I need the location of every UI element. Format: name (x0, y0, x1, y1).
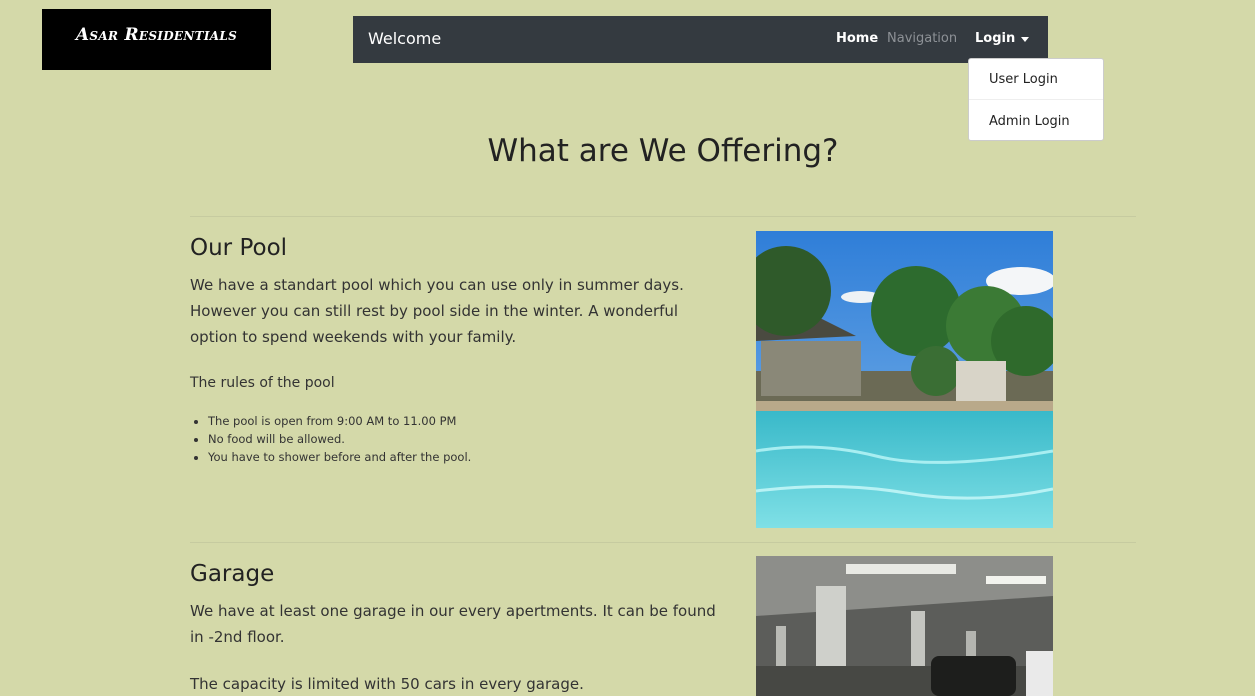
section-title-garage: Garage (190, 561, 275, 587)
list-item: You have to shower before and after the … (208, 448, 471, 466)
dropdown-item-admin-login[interactable]: Admin Login (989, 114, 1070, 129)
nav-login-dropdown[interactable]: Login (975, 31, 1015, 46)
list-item: The pool is open from 9:00 AM to 11.00 P… (208, 412, 471, 430)
section-divider (190, 542, 1136, 543)
logo-text: Asar Residentials (75, 25, 238, 45)
pool-image (756, 231, 1053, 528)
dropdown-item-user-login[interactable]: User Login (989, 72, 1058, 87)
top-navbar: Welcome Home Navigation Login (353, 16, 1048, 63)
garage-image (756, 556, 1053, 696)
dropdown-divider (969, 99, 1103, 100)
pool-description: We have a standart pool which you can us… (190, 276, 684, 346)
pool-rules-title: The rules of the pool (190, 375, 335, 391)
garage-description: We have at least one garage in our every… (190, 602, 716, 646)
pool-rules-list: The pool is open from 9:00 AM to 11.00 P… (190, 412, 471, 466)
garage-capacity-text: The capacity is limited with 50 cars in … (190, 675, 584, 693)
section-divider (190, 216, 1136, 217)
nav-navigation-link[interactable]: Navigation (887, 31, 957, 46)
section-title-pool: Our Pool (190, 235, 288, 261)
page-title: What are We Offering? (487, 133, 839, 169)
navbar-brand[interactable]: Welcome (368, 29, 441, 48)
login-dropdown-menu: User Login Admin Login (968, 58, 1104, 141)
list-item: No food will be allowed. (208, 430, 471, 448)
chevron-down-icon (1021, 37, 1029, 42)
site-logo[interactable]: Asar Residentials (42, 9, 271, 70)
nav-home-link[interactable]: Home (836, 31, 878, 46)
